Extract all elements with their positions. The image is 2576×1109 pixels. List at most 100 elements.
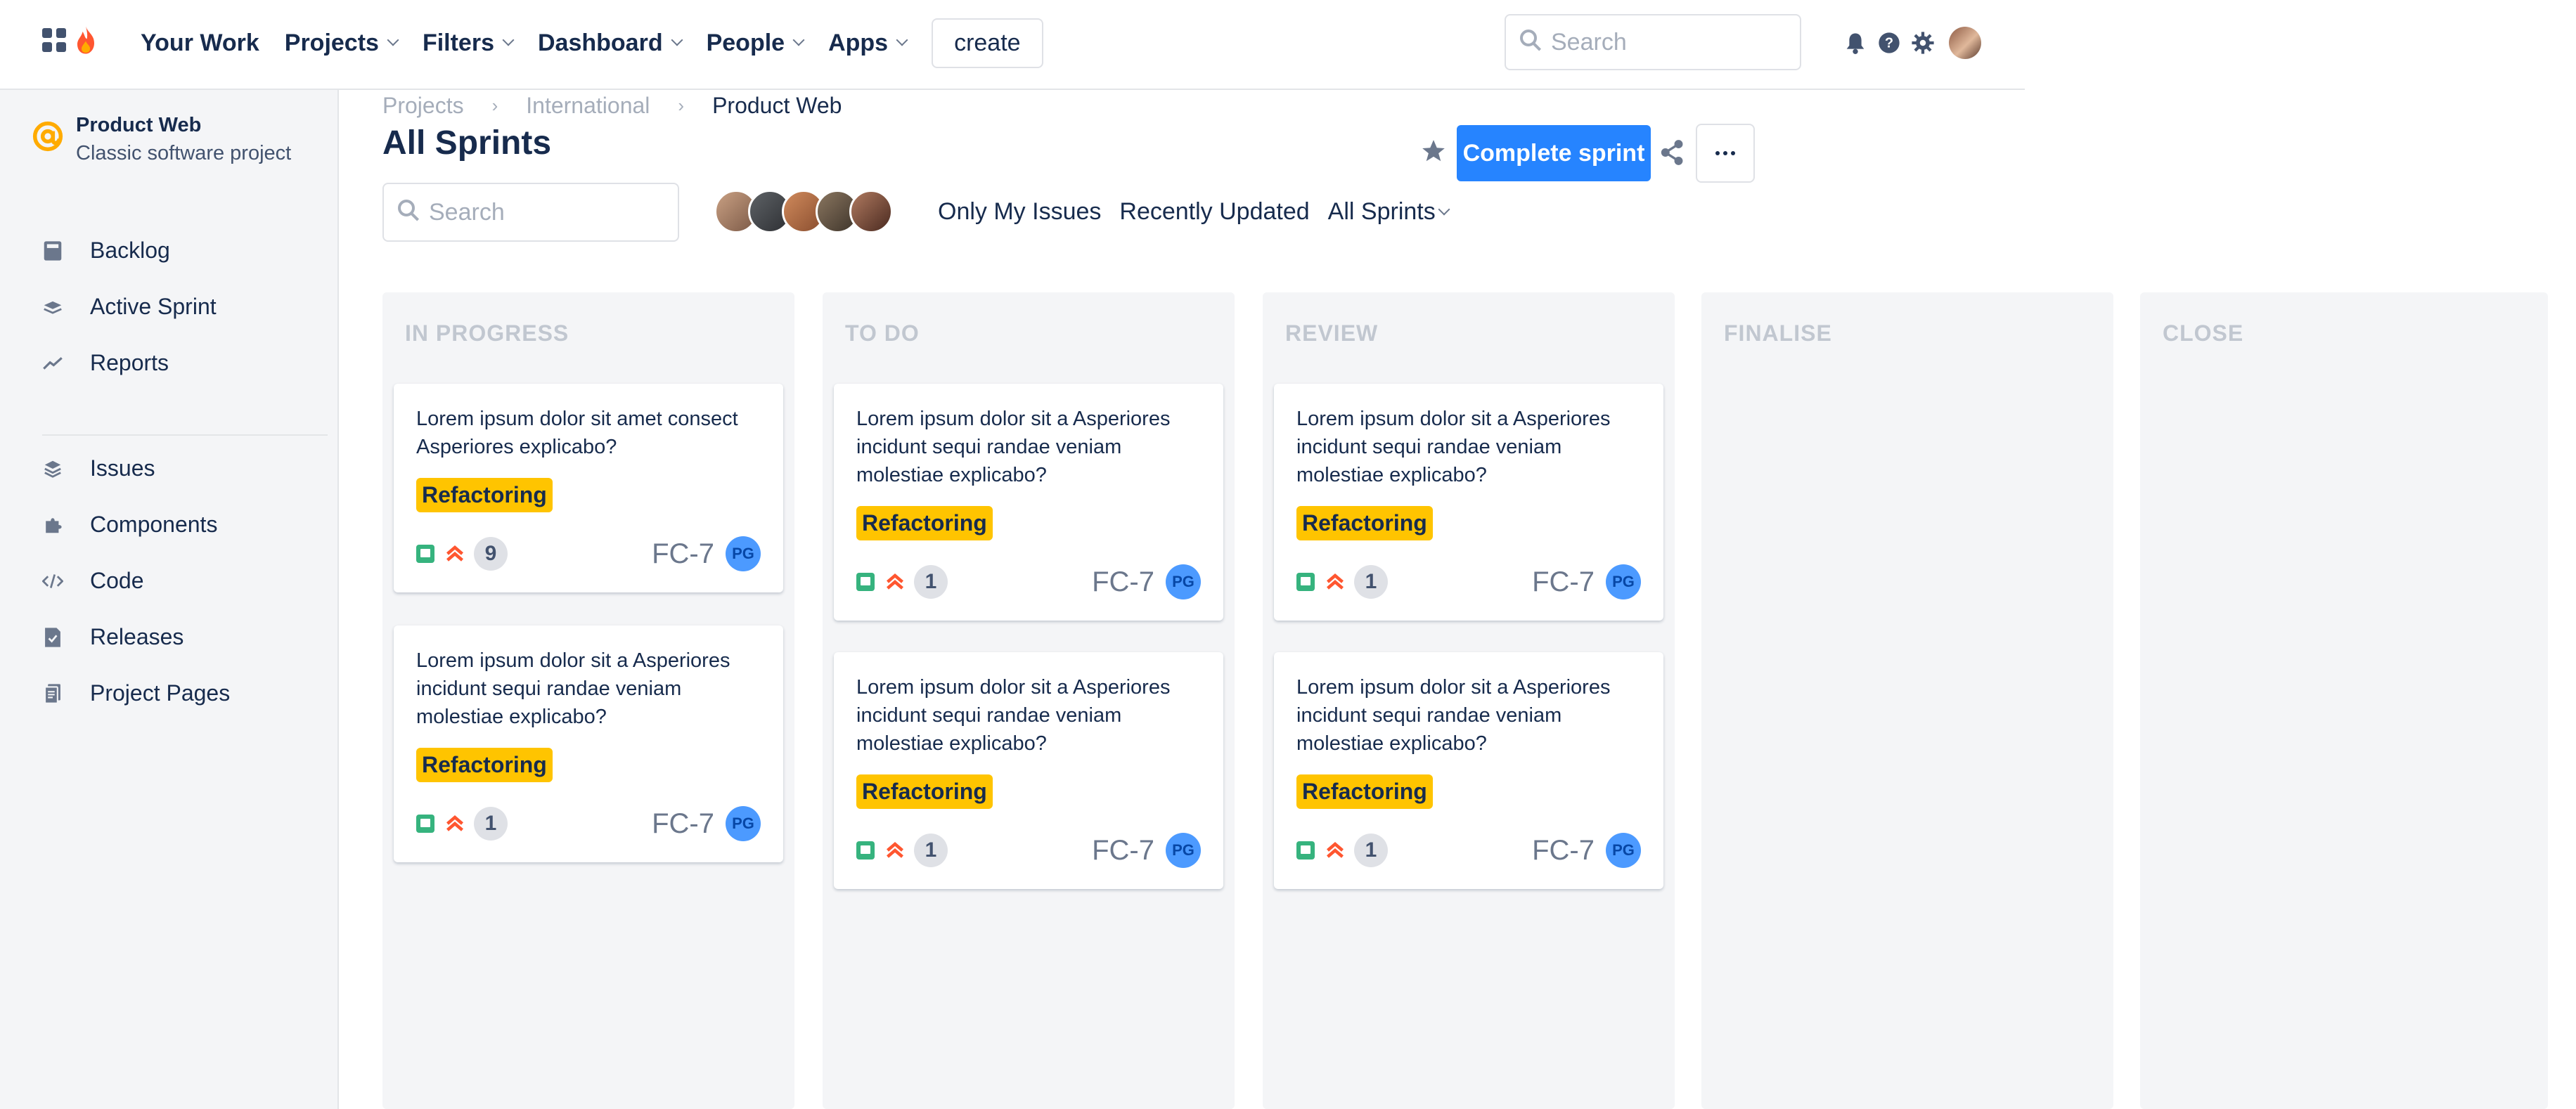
complete-sprint-button[interactable]: Complete sprint (1457, 125, 1651, 181)
breadcrumb: Projects › International › Product Web (382, 93, 842, 119)
star-icon[interactable] (1420, 138, 1447, 164)
global-search-placeholder: Search (1551, 28, 1627, 56)
assignee-avatar[interactable]: PG (1606, 833, 1641, 868)
sidebar-item-label: Project Pages (90, 680, 231, 706)
chevron-down-icon (502, 34, 515, 46)
page-title: All Sprints (382, 124, 552, 162)
components-puzzle-icon (42, 514, 63, 536)
issue-card-footer: 1 FC-7 PG (856, 564, 1201, 599)
issue-card[interactable]: Lorem ipsum dolor sit a Asperiores incid… (1274, 652, 1663, 889)
issue-card[interactable]: Lorem ipsum dolor sit a Asperiores incid… (834, 652, 1223, 889)
story-points-badge: 1 (1354, 834, 1388, 867)
filter-only-my-issues[interactable]: Only My Issues (938, 198, 1101, 226)
issue-card[interactable]: Lorem ipsum dolor sit a Asperiores incid… (834, 384, 1223, 621)
column-title: FINALISE (1724, 320, 1832, 346)
user-avatar[interactable] (1949, 27, 1981, 59)
priority-highest-icon (887, 842, 903, 858)
ellipsis-icon (1731, 151, 1735, 155)
chevron-down-icon (1438, 203, 1450, 215)
story-points-badge: 1 (1354, 565, 1388, 599)
sidebar-item-project-pages[interactable]: Project Pages (42, 680, 230, 706)
nav-apps[interactable]: Apps (828, 30, 908, 57)
nav-your-work[interactable]: Your Work (141, 30, 259, 57)
issue-label-tag: Refactoring (856, 774, 993, 809)
sidebar-item-label: Releases (90, 624, 184, 649)
sidebar-item-components[interactable]: Components (42, 512, 217, 538)
issue-card-footer: 1 FC-7 PG (416, 806, 761, 841)
issue-key[interactable]: FC-7 (1092, 566, 1154, 598)
nav-projects[interactable]: Projects (285, 30, 399, 57)
issue-label-tag: Refactoring (1296, 774, 1433, 809)
project-name: Product Web (76, 114, 202, 136)
share-icon[interactable] (1661, 139, 1685, 166)
sidebar-item-backlog[interactable]: Backlog (42, 238, 170, 264)
issue-key[interactable]: FC-7 (1532, 566, 1595, 598)
issue-key[interactable]: FC-7 (1092, 835, 1154, 867)
sidebar-item-code[interactable]: Code (42, 568, 144, 594)
releases-icon (42, 627, 63, 648)
nav-filters[interactable]: Filters (422, 29, 515, 57)
global-search-input[interactable]: Search (1505, 14, 1801, 70)
sidebar-item-reports[interactable]: Reports (42, 350, 169, 376)
issue-key[interactable]: FC-7 (1532, 835, 1595, 867)
assignee-avatar[interactable]: PG (1166, 833, 1201, 868)
sidebar-item-issues[interactable]: Issues (42, 455, 155, 481)
issue-label-tag: Refactoring (416, 478, 553, 512)
create-button[interactable]: create (932, 18, 1043, 68)
assignee-avatar[interactable]: PG (1606, 564, 1641, 599)
issue-card[interactable]: Lorem ipsum dolor sit a Asperiores incid… (394, 625, 783, 862)
project-type: Classic software project (76, 142, 292, 164)
issue-card[interactable]: Lorem ipsum dolor sit amet consect Asper… (394, 384, 783, 592)
product-logo-icon[interactable] (73, 25, 98, 55)
help-icon[interactable]: ? (1877, 31, 1901, 55)
assignee-avatar[interactable]: PG (726, 536, 761, 571)
story-type-icon (416, 815, 434, 833)
issue-key[interactable]: FC-7 (652, 808, 714, 840)
nav-your-work-label: Your Work (141, 29, 259, 56)
nav-filters-label: Filters (422, 29, 494, 56)
notification-bell-icon[interactable] (1843, 31, 1867, 55)
settings-gear-icon[interactable] (1911, 31, 1935, 55)
chevron-down-icon (792, 34, 805, 46)
story-points-badge: 1 (914, 834, 948, 867)
app-switcher-icon[interactable] (42, 28, 66, 52)
assignee-avatar[interactable]: PG (726, 806, 761, 841)
nav-dashboard[interactable]: Dashboard (538, 29, 683, 57)
issue-label-tag: Refactoring (416, 748, 553, 782)
avatar[interactable] (849, 190, 893, 233)
sidebar-item-label: Components (90, 512, 218, 537)
breadcrumb-international[interactable]: International (526, 93, 650, 119)
issue-key[interactable]: FC-7 (652, 538, 714, 570)
backlog-icon (42, 240, 63, 261)
assignee-avatar-filter (714, 190, 893, 233)
priority-highest-icon (887, 573, 903, 590)
assignee-avatar[interactable]: PG (1166, 564, 1201, 599)
story-type-icon (1296, 573, 1315, 591)
filter-all-sprints[interactable]: All Sprints (1328, 198, 1450, 226)
column-title: REVIEW (1285, 320, 1379, 346)
sidebar-item-active-sprint[interactable]: Active Sprint (42, 294, 217, 320)
breadcrumb-product-web[interactable]: Product Web (712, 93, 842, 119)
issue-card[interactable]: Lorem ipsum dolor sit a Asperiores incid… (1274, 384, 1663, 621)
board-search-placeholder: Search (429, 198, 505, 226)
issue-card-footer: 1 FC-7 PG (856, 833, 1201, 868)
ellipsis-icon (1723, 151, 1727, 155)
filter-recently-updated[interactable]: Recently Updated (1119, 198, 1309, 226)
issue-summary: Lorem ipsum dolor sit a Asperiores incid… (1296, 408, 1611, 486)
quick-filters: Only My Issues Recently Updated All Spri… (938, 198, 1450, 226)
priority-highest-icon (446, 815, 463, 831)
story-points-badge: 1 (914, 565, 948, 599)
nav-dashboard-label: Dashboard (538, 29, 663, 56)
nav-people[interactable]: People (707, 30, 805, 57)
chevron-down-icon (387, 34, 399, 46)
column-title: TO DO (845, 320, 920, 346)
sidebar-item-label: Backlog (90, 238, 170, 263)
more-actions-button[interactable] (1696, 124, 1755, 183)
breadcrumb-projects[interactable]: Projects (382, 93, 464, 119)
board-search-input[interactable]: Search (382, 183, 679, 242)
story-points-badge: 9 (474, 537, 508, 571)
sidebar-item-label: Code (90, 568, 144, 593)
sidebar-item-releases[interactable]: Releases (42, 624, 183, 650)
issue-summary: Lorem ipsum dolor sit a Asperiores incid… (856, 676, 1171, 755)
story-type-icon (1296, 841, 1315, 860)
